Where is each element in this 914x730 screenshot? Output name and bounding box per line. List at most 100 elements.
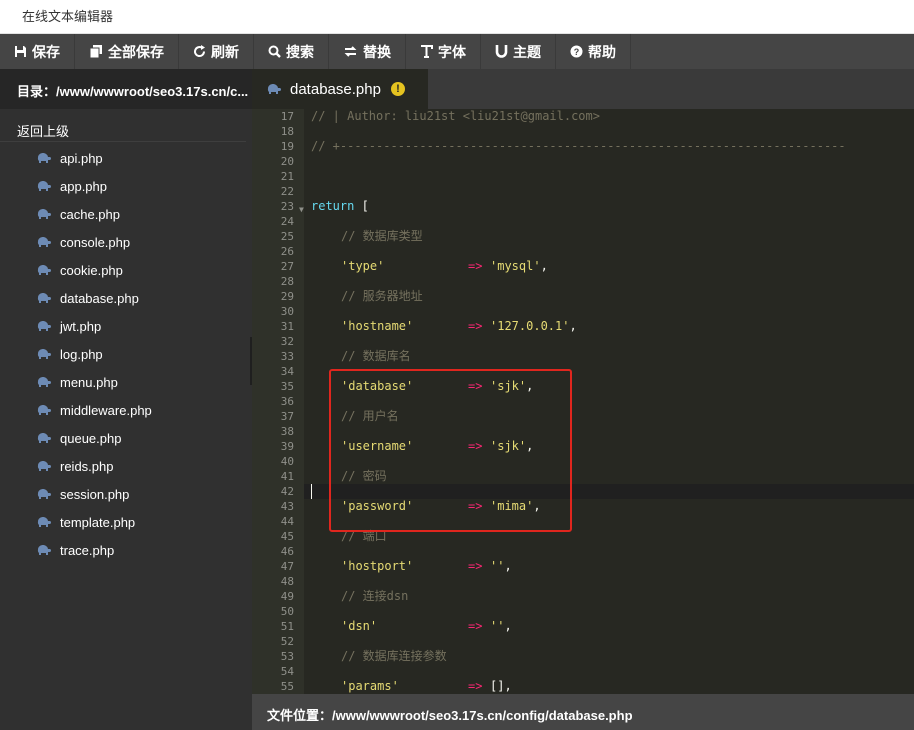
window-title: 在线文本编辑器	[22, 9, 114, 24]
line-number: 48	[280, 575, 294, 588]
file-name: jwt.php	[60, 318, 102, 334]
line-number: 51	[280, 620, 294, 633]
line-number: 35	[280, 380, 294, 393]
save-all-label: 全部保存	[108, 43, 164, 60]
config-value: [],	[490, 679, 512, 693]
line-number: 30	[280, 305, 294, 318]
file-name: template.php	[60, 514, 136, 530]
file-item-template[interactable]: template.php	[0, 508, 252, 536]
comment-text: // | Author: liu21st <liu21st@gmail.com>	[311, 109, 600, 123]
code-line-33: // 数据库名	[341, 349, 411, 364]
file-item-console[interactable]: console.php	[0, 228, 252, 256]
code-line-19: // +------------------------------------…	[311, 139, 846, 154]
line-number: 34	[280, 365, 294, 378]
code-line-25: // 数据库类型	[341, 229, 423, 244]
directory-path: 目录：/www/wwwroot/seo3.17s.cn/c...	[0, 69, 252, 109]
file-item-jwt[interactable]: jwt.php	[0, 312, 252, 340]
replace-button[interactable]: 替换	[329, 34, 406, 69]
line-number: 22	[280, 185, 294, 198]
php-elephant-icon	[37, 404, 51, 415]
code-line-29: // 服务器地址	[341, 289, 423, 304]
php-elephant-icon	[37, 544, 51, 555]
status-bar: 文件位置：/www/wwwroot/seo3.17s.cn/config/dat…	[252, 694, 914, 730]
file-location: 文件位置：/www/wwwroot/seo3.17s.cn/config/dat…	[267, 708, 633, 723]
file-item-cookie[interactable]: cookie.php	[0, 256, 252, 284]
file-item-database[interactable]: database.php	[0, 284, 252, 312]
file-name: log.php	[60, 346, 103, 362]
php-elephant-icon	[37, 516, 51, 527]
file-item-api[interactable]: api.php	[0, 144, 252, 172]
arrow-operator: =>	[468, 319, 483, 333]
config-key: 'hostport'	[341, 559, 414, 573]
php-elephant-icon	[37, 264, 51, 275]
save-button[interactable]: 保存	[0, 34, 75, 69]
tab-database-php[interactable]: database.php !	[252, 69, 428, 109]
line-number: 47	[280, 560, 294, 573]
file-name: session.php	[60, 486, 130, 502]
line-number: 23	[280, 200, 294, 213]
search-icon	[268, 45, 281, 58]
arrow-operator: =>	[468, 679, 483, 693]
file-item-app[interactable]: app.php	[0, 172, 252, 200]
config-value: '',	[490, 619, 512, 633]
annotation-highlight-box	[329, 369, 572, 532]
file-sidebar: 目录：/www/wwwroot/seo3.17s.cn/c... 返回上级 ap…	[0, 69, 252, 730]
config-key: 'hostname'	[341, 319, 414, 333]
php-elephant-icon	[37, 236, 51, 247]
line-number: 24	[280, 215, 294, 228]
comment-text: // 数据库连接参数	[341, 649, 447, 663]
help-button[interactable]: ? 帮助	[556, 34, 631, 69]
back-to-parent-link[interactable]: 返回上级	[0, 109, 246, 142]
file-item-queue[interactable]: queue.php	[0, 424, 252, 452]
file-name: console.php	[60, 234, 131, 250]
file-item-log[interactable]: log.php	[0, 340, 252, 368]
font-button[interactable]: 字体	[406, 34, 481, 69]
tab-bar: database.php !	[252, 69, 914, 109]
php-elephant-icon	[37, 432, 51, 443]
save-icon	[15, 46, 26, 57]
return-keyword: return	[311, 199, 355, 213]
config-value: 'mysql',	[490, 259, 548, 273]
fold-arrow-icon[interactable]: ▼	[299, 205, 304, 214]
arrow-operator: =>	[468, 559, 483, 573]
file-item-reids[interactable]: reids.php	[0, 452, 252, 480]
line-number: 25	[280, 230, 294, 243]
line-number: 43	[280, 500, 294, 513]
php-elephant-icon	[37, 152, 51, 163]
refresh-label: 刷新	[211, 43, 239, 60]
open-bracket: [	[354, 199, 369, 213]
unsaved-warning-icon: !	[390, 82, 405, 96]
config-value: '',	[490, 559, 512, 573]
line-number: 46	[280, 545, 294, 558]
title-bar: 在线文本编辑器	[0, 0, 914, 34]
line-number: 53	[280, 650, 294, 663]
file-item-session[interactable]: session.php	[0, 480, 252, 508]
php-elephant-icon	[37, 376, 51, 387]
code-line-23: return [	[311, 199, 369, 214]
file-item-menu[interactable]: menu.php	[0, 368, 252, 396]
refresh-button[interactable]: 刷新	[179, 34, 254, 69]
comment-text: // 数据库类型	[341, 229, 423, 243]
code-line-49: // 连接dsn	[341, 589, 408, 604]
search-button[interactable]: 搜索	[254, 34, 329, 69]
line-number: 55	[280, 680, 294, 693]
replace-icon	[344, 46, 357, 57]
line-number: 41	[280, 470, 294, 483]
line-number: 38	[280, 425, 294, 438]
config-key: 'type'	[341, 259, 385, 273]
php-elephant-icon	[37, 348, 51, 359]
config-key: 'params'	[341, 679, 399, 693]
file-item-cache[interactable]: cache.php	[0, 200, 252, 228]
line-number: 45	[280, 530, 294, 543]
file-item-middleware[interactable]: middleware.php	[0, 396, 252, 424]
file-name: menu.php	[60, 374, 118, 390]
php-elephant-icon	[37, 292, 51, 303]
refresh-icon	[194, 45, 206, 58]
file-item-trace[interactable]: trace.php	[0, 536, 252, 564]
save-all-button[interactable]: 全部保存	[75, 34, 179, 69]
comment-text: // 服务器地址	[341, 289, 423, 303]
php-elephant-icon	[37, 460, 51, 471]
theme-button[interactable]: 主题	[481, 34, 556, 69]
file-list: api.php app.php cache.php console.php cookie…	[0, 142, 252, 564]
help-label: 帮助	[588, 43, 616, 60]
